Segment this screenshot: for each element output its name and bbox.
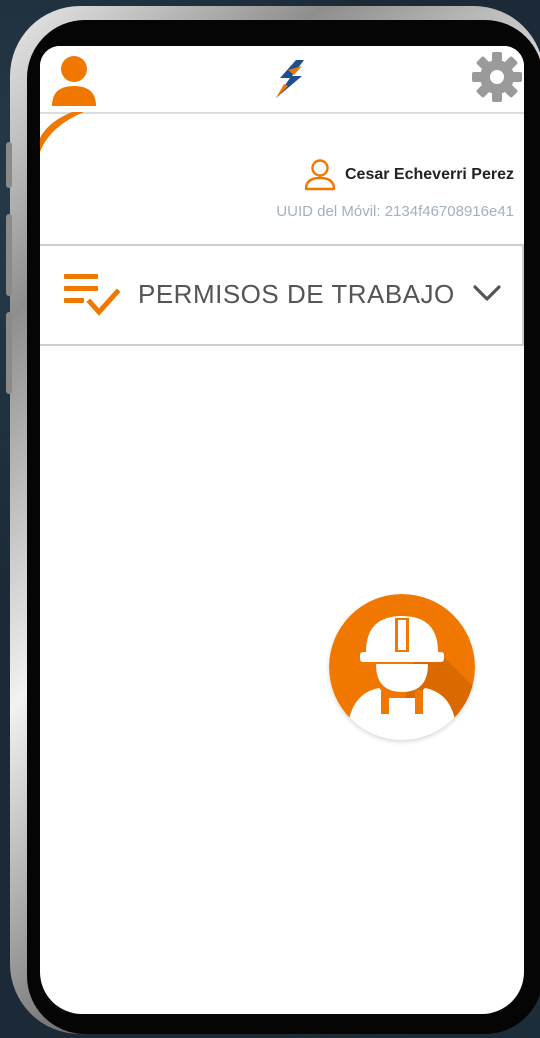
user-name: Cesar Echeverri Perez xyxy=(345,166,514,183)
construction-worker-icon xyxy=(329,594,475,740)
device-uuid: UUID del Móvil: 2134f46708916e41 xyxy=(276,203,514,220)
top-app-bar xyxy=(40,46,524,114)
section-title: PERMISOS DE TRABAJO xyxy=(138,279,455,309)
user-info: Cesar Echeverri Perez xyxy=(303,158,514,192)
user-icon[interactable] xyxy=(48,54,100,108)
volume-down-button xyxy=(6,312,12,394)
checklist-icon xyxy=(64,274,120,316)
app-logo-icon xyxy=(276,60,304,98)
work-permits-menu[interactable]: PERMISOS DE TRABAJO xyxy=(40,244,524,346)
chevron-down-icon[interactable] xyxy=(472,282,502,304)
mute-switch xyxy=(6,142,12,188)
app-screen: Cesar Echeverri Perez UUID del Móvil: 21… xyxy=(40,46,524,1014)
decorative-corner-swoosh xyxy=(40,112,84,152)
worker-action-button[interactable] xyxy=(329,594,475,740)
person-outline-icon xyxy=(304,159,336,191)
volume-up-button xyxy=(6,214,12,296)
settings-gear-icon[interactable] xyxy=(470,50,524,104)
